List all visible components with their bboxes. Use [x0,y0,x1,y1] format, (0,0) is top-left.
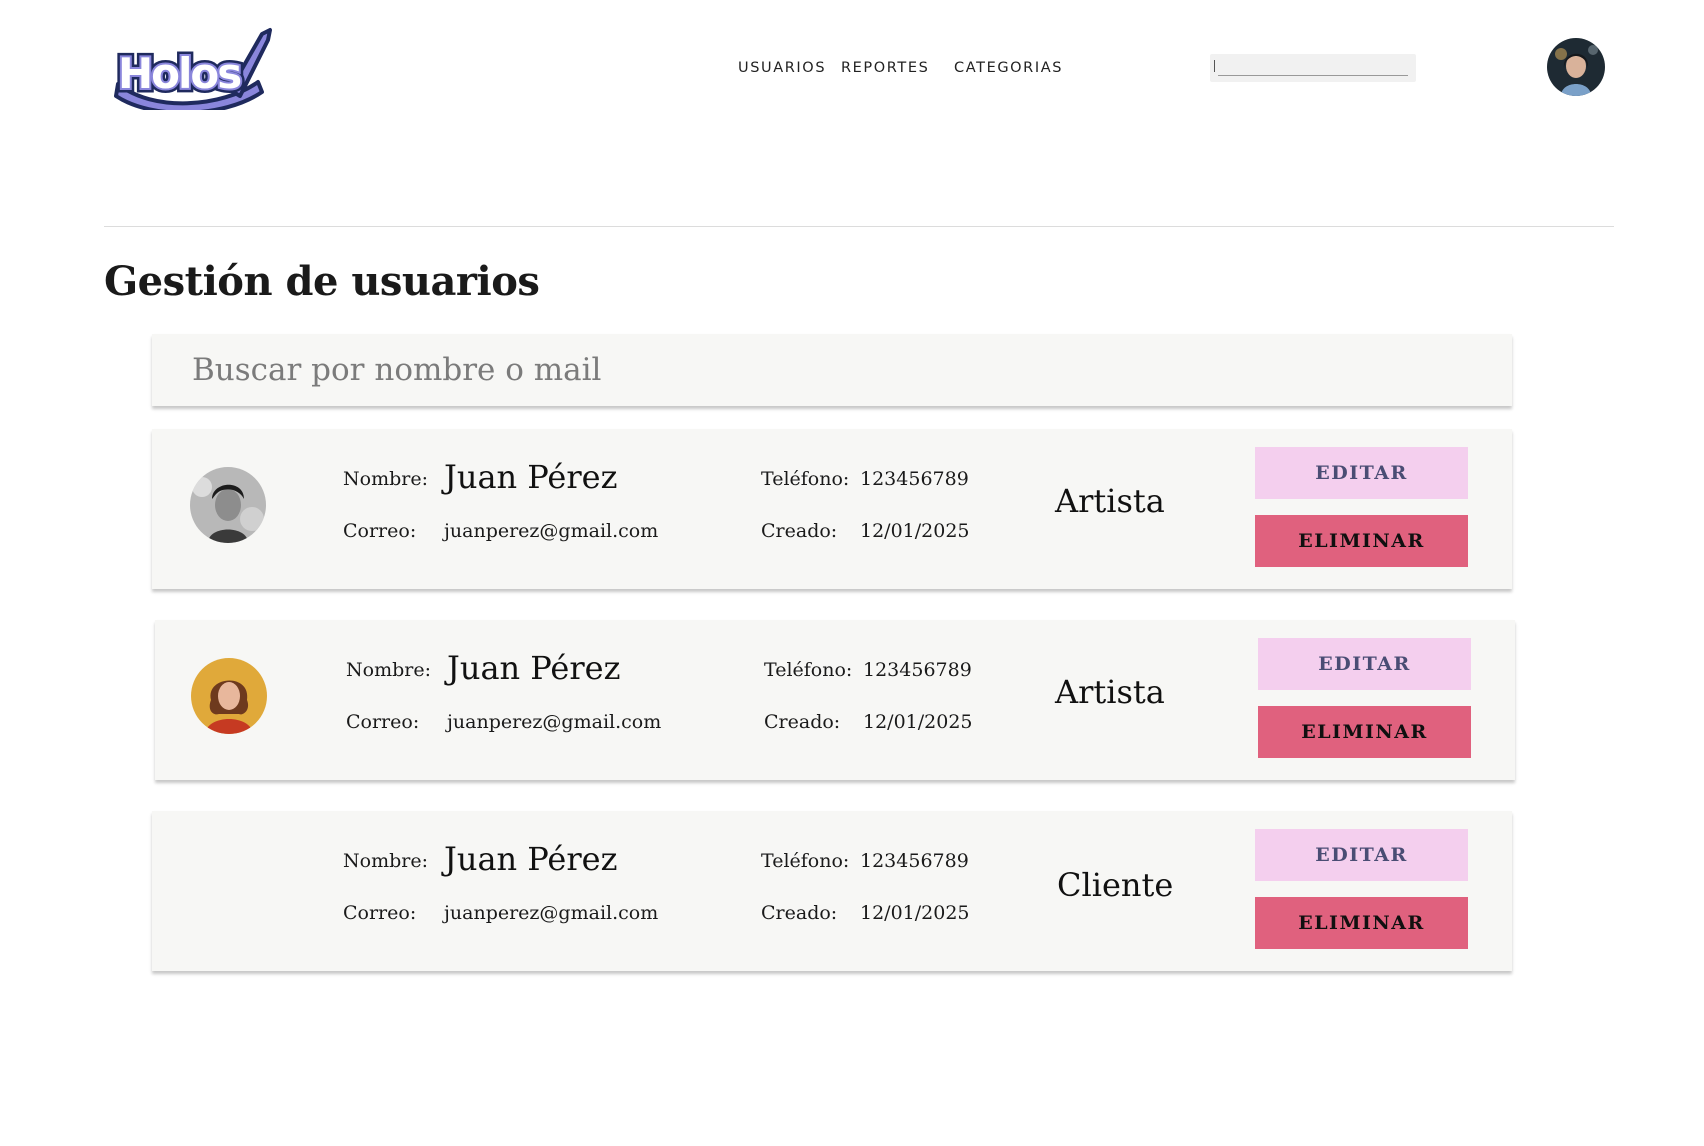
nombre-label: Nombre: [346,659,431,681]
correo-label: Correo: [346,711,420,733]
user-created-date: 12/01/2025 [860,520,970,542]
nav-categorias[interactable]: CATEGORIAS [954,60,1063,76]
user-created-date: 12/01/2025 [860,902,970,924]
delete-button[interactable]: ELIMINAR [1258,706,1471,758]
nav-usuarios[interactable]: USUARIOS [738,60,826,76]
user-role: Artista [1055,482,1165,520]
user-name: Juan Pérez [444,458,618,496]
header-search-input[interactable] [1210,54,1416,82]
delete-button[interactable]: ELIMINAR [1255,897,1468,949]
user-card: Nombre: Juan Pérez Correo: juanperez@gma… [155,620,1515,780]
creado-label: Creado: [761,520,838,542]
edit-button[interactable]: EDITAR [1255,829,1468,881]
user-search-input[interactable] [152,334,1512,406]
user-phone: 123456789 [863,659,972,681]
delete-button[interactable]: ELIMINAR [1255,515,1468,567]
user-role: Artista [1055,673,1165,711]
holos-logo[interactable]: Holos Holos [112,26,272,115]
user-email: juanperez@gmail.com [447,711,662,733]
nombre-label: Nombre: [343,850,428,872]
edit-button[interactable]: EDITAR [1258,638,1471,690]
logo-wordmark: Holos [118,49,241,98]
correo-label: Correo: [343,520,417,542]
user-avatar [190,467,266,543]
nav-reportes[interactable]: REPORTES [841,60,929,76]
creado-label: Creado: [761,902,838,924]
profile-avatar[interactable] [1547,38,1605,96]
user-created-date: 12/01/2025 [863,711,973,733]
user-phone: 123456789 [860,850,969,872]
header-search-field[interactable] [1210,54,1416,82]
user-role: Cliente [1057,866,1174,904]
correo-label: Correo: [343,902,417,924]
user-email: juanperez@gmail.com [444,902,659,924]
telefono-label: Teléfono: [764,659,853,681]
edit-button[interactable]: EDITAR [1255,447,1468,499]
nombre-label: Nombre: [343,468,428,490]
page-title: Gestión de usuarios [104,258,540,305]
telefono-label: Teléfono: [761,468,850,490]
creado-label: Creado: [764,711,841,733]
user-name: Juan Pérez [447,649,621,687]
user-card: Nombre: Juan Pérez Correo: juanperez@gma… [152,811,1512,971]
user-name: Juan Pérez [444,840,618,878]
user-phone: 123456789 [860,468,969,490]
telefono-label: Teléfono: [761,850,850,872]
user-avatar [191,658,267,734]
user-card: Nombre: Juan Pérez Correo: juanperez@gma… [152,429,1512,589]
user-email: juanperez@gmail.com [444,520,659,542]
user-search-box[interactable] [152,334,1512,406]
header-divider [104,226,1614,227]
